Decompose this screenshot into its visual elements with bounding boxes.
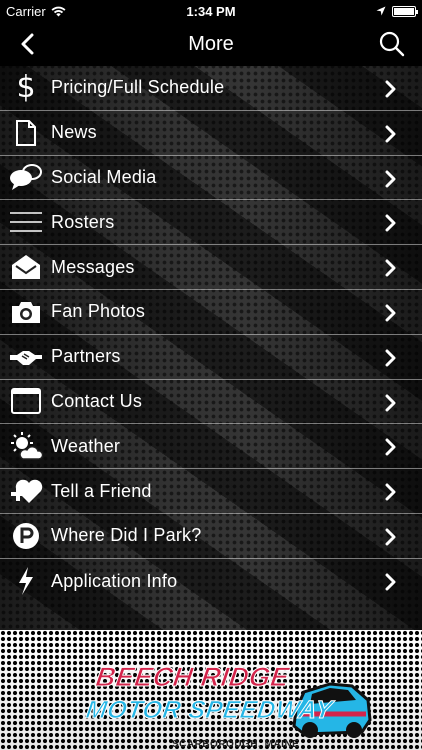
status-bar: Carrier 1:34 PM [0, 0, 422, 22]
status-right [376, 5, 418, 17]
menu-item-fan-photos[interactable]: Fan Photos [0, 290, 422, 335]
menu-item-label: Fan Photos [51, 301, 146, 322]
menu-item-label: Social Media [51, 166, 157, 187]
menu-item-weather[interactable]: Weather [0, 424, 422, 470]
chevron-right-icon [385, 349, 396, 367]
menu-item-label: Where Did I Park? [51, 525, 202, 546]
menu-item-rosters[interactable]: Rosters [0, 200, 422, 246]
chevron-right-icon [385, 528, 396, 546]
menu-item-label: Weather [51, 435, 121, 456]
chevron-right-icon [385, 125, 396, 143]
parking-icon [9, 519, 43, 553]
menu-item-messages[interactable]: Messages [0, 245, 422, 290]
menu-item-label: Messages [51, 256, 135, 277]
chevron-right-icon [385, 259, 396, 277]
document-icon [9, 116, 43, 150]
chevron-right-icon [385, 170, 396, 188]
menu-item-social-media[interactable]: Social Media [0, 156, 422, 201]
location-arrow-icon [376, 6, 386, 16]
menu-item-pricing[interactable]: $ Pricing/Full Schedule [0, 66, 422, 111]
lightning-icon [9, 564, 43, 598]
speedway-logo: BEECH RIDGE MOTOR SPEEDWAY SCARBOROUGH, … [84, 662, 386, 750]
menu-item-application-info[interactable]: Application Info [0, 559, 422, 604]
chevron-left-icon [21, 33, 34, 55]
chevron-right-icon [385, 214, 396, 232]
menu-item-label: Rosters [51, 211, 115, 232]
navigation-bar: More [0, 22, 422, 66]
status-time: 1:34 PM [186, 3, 236, 19]
menu-item-label: Tell a Friend [51, 480, 152, 501]
more-menu-list: $ Pricing/Full Schedule News Social Medi… [0, 66, 422, 604]
chevron-right-icon [385, 304, 396, 322]
logo-location: SCARBOROUGH, MAINE [172, 739, 300, 750]
search-button[interactable] [378, 30, 406, 58]
browser-window-icon [9, 384, 43, 418]
menu-item-news[interactable]: News [0, 111, 422, 156]
chat-bubbles-icon [9, 160, 43, 194]
menu-item-where-did-i-park[interactable]: Where Did I Park? [0, 514, 422, 559]
envelope-icon [9, 250, 43, 284]
menu-item-label: News [51, 122, 97, 143]
battery-icon [392, 5, 418, 17]
chevron-right-icon [385, 80, 396, 98]
page-title: More [188, 32, 234, 55]
logo-title-line2: MOTOR SPEEDWAY [84, 696, 335, 725]
dollar-icon: $ [16, 69, 36, 105]
back-button[interactable] [20, 31, 46, 57]
logo-title-line1: BEECH RIDGE [93, 662, 292, 693]
handshake-icon [9, 340, 43, 374]
list-lines-icon [9, 205, 43, 239]
menu-item-partners[interactable]: Partners [0, 335, 422, 380]
menu-item-label: Pricing/Full Schedule [51, 77, 225, 98]
menu-item-contact-us[interactable]: Contact Us [0, 380, 422, 425]
heart-plus-icon [9, 474, 43, 508]
menu-item-label: Application Info [51, 570, 178, 591]
sun-cloud-icon [9, 429, 43, 463]
chevron-right-icon [385, 573, 396, 591]
camera-icon [9, 295, 43, 329]
menu-item-tell-a-friend[interactable]: Tell a Friend [0, 469, 422, 514]
menu-item-label: Partners [51, 346, 121, 367]
chevron-right-icon [385, 438, 396, 456]
chevron-right-icon [385, 483, 396, 501]
search-icon [379, 31, 405, 57]
chevron-right-icon [385, 394, 396, 412]
menu-item-label: Contact Us [51, 390, 143, 411]
